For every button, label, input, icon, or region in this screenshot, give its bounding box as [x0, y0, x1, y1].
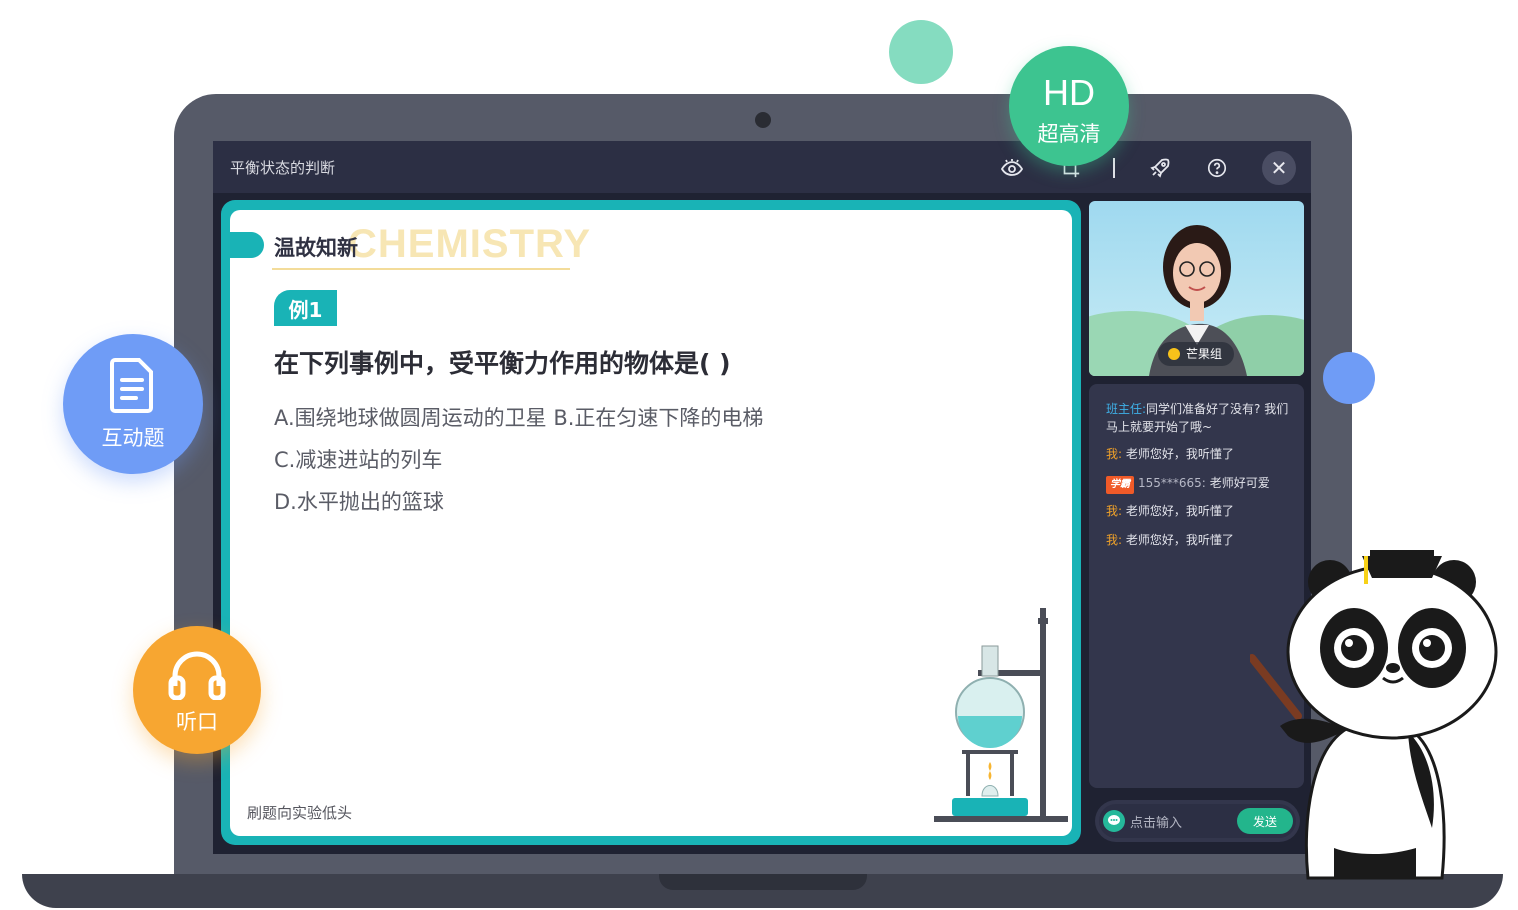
close-button[interactable]: ✕: [1262, 151, 1296, 185]
listen-speak-label: 听口: [176, 710, 218, 734]
section-tab-marker: [230, 232, 264, 258]
chat-input-placeholder[interactable]: 点击输入: [1130, 812, 1182, 831]
toolbar-divider: [1113, 158, 1115, 178]
option-ab: A.围绕地球做圆周运动的卫星 B.正在匀速下降的电梯: [274, 406, 764, 430]
chat-text: 老师好可爱: [1209, 476, 1270, 490]
chat-sender: 我:: [1106, 533, 1123, 547]
chat-text: 老师您好，我听懂了: [1125, 533, 1234, 547]
chat-message: 我: 老师您好，我听懂了: [1106, 531, 1296, 549]
lab-flask-illustration: [934, 608, 1068, 822]
listen-speak-badge: 听口: [133, 626, 261, 754]
laptop-notch: [659, 874, 867, 890]
interactive-question-label: 互动题: [101, 426, 165, 450]
chat-sender: 我:: [1106, 504, 1123, 518]
chat-bubble-icon: [1103, 810, 1125, 832]
headphones-icon: [168, 651, 226, 700]
chat-sender: 我:: [1106, 447, 1123, 461]
option-c: C.减速进站的列车: [274, 448, 443, 472]
question-text: 在下列事例中，受平衡力作用的物体是( ): [274, 349, 731, 378]
section-title: 温故知新: [274, 236, 358, 260]
slide-footer: 刷题向实验低头: [247, 804, 353, 822]
help-icon[interactable]: [1204, 155, 1230, 181]
document-icon: [110, 358, 153, 413]
group-dot-icon: [1168, 348, 1180, 360]
chat-message: 我: 老师您好，我听懂了: [1106, 502, 1296, 520]
chat-message: 班主任:同学们准备好了没有? 我们马上就要开始了哦~: [1106, 400, 1296, 436]
example-badge: 例1: [274, 290, 337, 326]
chat-message: 我: 老师您好，我听懂了: [1106, 445, 1296, 463]
section-underline: [272, 268, 570, 270]
chat-sender: 155***665:: [1138, 476, 1206, 490]
hd-label: HD: [1043, 72, 1095, 113]
decorative-circle: [1323, 352, 1375, 404]
rocket-icon[interactable]: [1147, 155, 1173, 181]
hd-sublabel: 超高清: [1037, 122, 1101, 146]
hd-badge: HD 超高清: [1009, 46, 1129, 166]
chat-text: 老师您好，我听懂了: [1125, 447, 1234, 461]
panda-mascot-illustration: [1250, 550, 1498, 880]
interactive-question-badge: 互动题: [63, 334, 203, 474]
decorative-circle: [889, 20, 953, 84]
chat-text: 老师您好，我听懂了: [1125, 504, 1234, 518]
xueba-badge: 学霸: [1106, 476, 1134, 494]
watermark-text: CHEMISTRY: [348, 222, 592, 266]
chat-sender: 班主任:: [1106, 402, 1147, 416]
webcam-icon: [755, 112, 771, 128]
option-d: D.水平抛出的篮球: [274, 490, 444, 514]
window-title: 平衡状态的判断: [230, 159, 336, 177]
eye-icon[interactable]: [999, 155, 1025, 181]
chat-message: 学霸 155***665: 老师好可爱: [1106, 474, 1296, 494]
